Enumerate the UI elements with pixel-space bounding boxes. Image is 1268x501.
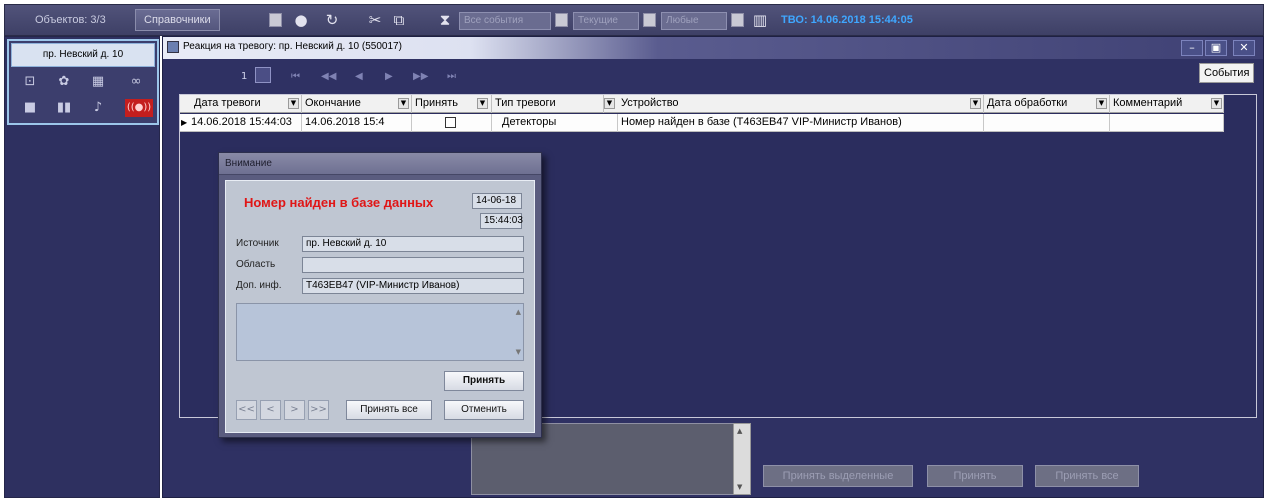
dialog-last-button[interactable]: >>	[308, 400, 329, 420]
chevron-down-icon[interactable]: ▼	[1096, 98, 1107, 109]
scroll-up-icon[interactable]: ▲	[737, 427, 742, 435]
page-number: 1	[241, 71, 248, 82]
dialog-time: 15:44:03	[480, 213, 523, 229]
col-processed-date[interactable]: Дата обработки	[984, 95, 1110, 113]
dialog-body: Номер найден в базе данных 14-06-18 15:4…	[225, 180, 535, 433]
object-card[interactable]: пр. Невский д. 10 ⊡ ✿ ▦ ∞ ■ ▮▮ ♪ ((●))	[7, 39, 159, 125]
comment-scrollbar[interactable]: ▲ ▼	[733, 423, 751, 495]
tape-icon[interactable]: ∞	[127, 73, 145, 91]
cell-comment[interactable]	[1110, 114, 1224, 132]
server-icon[interactable]: ▦	[89, 73, 107, 91]
comment-memo[interactable]: ▲ ▼	[236, 303, 524, 361]
area-label: Область	[236, 259, 276, 270]
col-comment[interactable]: Комментарий	[1110, 95, 1224, 113]
copy-icon[interactable]: ⧉	[390, 11, 408, 29]
row-selector-icon: ▶	[181, 118, 188, 127]
next-page-fast-icon[interactable]: ▶▶	[413, 71, 428, 82]
memo-scroll-up-icon[interactable]: ▲	[516, 308, 521, 316]
chevron-down-icon[interactable]: ▼	[288, 98, 299, 109]
menu-icon[interactable]	[269, 13, 282, 27]
col-end[interactable]: Окончание	[302, 95, 412, 113]
close-button[interactable]: ✕	[1233, 40, 1255, 56]
window-title: Реакция на тревогу: пр. Невский д. 10 (5…	[183, 41, 402, 52]
info-icon[interactable]: ●	[292, 11, 310, 29]
chevron-down-icon[interactable]: ▼	[970, 98, 981, 109]
filter-icon[interactable]: ⧗	[436, 11, 454, 29]
gear-icon[interactable]: ✿	[55, 73, 73, 91]
events-button[interactable]: События	[1199, 63, 1255, 83]
dialog-heading: Номер найден в базе данных	[244, 195, 434, 210]
scissors-icon[interactable]: ✂	[366, 11, 384, 29]
col-device[interactable]: Устройство	[618, 95, 984, 113]
prev-page-fast-icon[interactable]: ◀◀	[321, 71, 336, 82]
dialog-prev-button[interactable]: <	[260, 400, 281, 420]
dialog-title[interactable]: Внимание	[219, 153, 541, 175]
next-page-icon[interactable]: ▶	[385, 71, 393, 82]
table-header: Дата тревоги ▼ Окончание ▼ Принять ▼ Тип…	[180, 95, 1224, 113]
cell-alarm-date[interactable]: 14.06.2018 15:44:03	[188, 114, 302, 132]
prev-page-icon[interactable]: ◀	[355, 71, 363, 82]
object-tab[interactable]: пр. Невский д. 10	[11, 43, 155, 67]
cell-device[interactable]: Номер найден в базе (Т463ЕВ47 VIP-Минист…	[618, 114, 984, 132]
area-field	[302, 257, 524, 273]
dialog-next-button[interactable]: >	[284, 400, 305, 420]
dialog-accept-button[interactable]: Принять	[444, 371, 524, 391]
reference-button[interactable]: Справочники	[135, 9, 220, 31]
col-alarm-type[interactable]: Тип тревоги	[492, 95, 604, 113]
accept-checkbox[interactable]	[445, 117, 456, 128]
objects-counter: Объектов: 3/3	[35, 14, 106, 26]
book-icon[interactable]: ▥	[751, 11, 769, 29]
chevron-down-icon[interactable]: ▼	[398, 98, 409, 109]
scroll-down-icon[interactable]: ▼	[737, 483, 742, 491]
last-page-icon[interactable]: ⏭	[447, 71, 456, 82]
chevron-down-icon[interactable]: ▼	[1211, 98, 1222, 109]
dialog-accept-all-button[interactable]: Принять все	[346, 400, 432, 420]
dialog-date: 14-06-18	[472, 193, 522, 209]
monitor-icon[interactable]: ⊡	[21, 73, 39, 91]
window-icon	[167, 41, 179, 53]
filter-current[interactable]: Текущие	[573, 12, 639, 30]
filter-any-checkbox[interactable]	[731, 13, 744, 27]
accept-selected-button[interactable]: Принять выделенные	[763, 465, 913, 487]
dialog-first-button[interactable]: <<	[236, 400, 257, 420]
col-alarm-date[interactable]: Дата тревоги	[180, 95, 302, 113]
filter-current-checkbox[interactable]	[643, 13, 656, 27]
tvo-status: ТВО: 14.06.2018 15:44:05	[781, 14, 913, 26]
alarm-signal-icon[interactable]: ((●))	[125, 99, 153, 117]
alarm-bell-icon[interactable]: ♪	[89, 99, 107, 117]
camera-icon[interactable]: ■	[21, 99, 39, 117]
cell-processed-date[interactable]	[984, 114, 1110, 132]
filter-any[interactable]: Любые	[661, 12, 727, 30]
top-toolbar: Объектов: 3/3 Справочники ● ↻ ✂ ⧉ ⧗ Все …	[4, 4, 1264, 36]
first-page-icon[interactable]: ⏮	[291, 71, 300, 82]
refresh-icon[interactable]: ↻	[323, 11, 341, 29]
objects-panel: пр. Невский д. 10 ⊡ ✿ ▦ ∞ ■ ▮▮ ♪ ((●))	[4, 36, 160, 498]
filter-all-checkbox[interactable]	[555, 13, 568, 27]
accept-all-button[interactable]: Принять все	[1035, 465, 1139, 487]
restore-button[interactable]: ▣	[1205, 40, 1227, 56]
minimize-button[interactable]: –	[1181, 40, 1203, 56]
info-field: Т463ЕВ47 (VIP-Министр Иванов)	[302, 278, 524, 294]
grid-icon[interactable]	[255, 67, 271, 83]
window-titlebar[interactable]: Реакция на тревогу: пр. Невский д. 10 (5…	[163, 37, 1263, 59]
source-field: пр. Невский д. 10	[302, 236, 524, 252]
chevron-down-icon[interactable]: ▼	[604, 98, 615, 109]
filter-all-events[interactable]: Все события	[459, 12, 551, 30]
memo-scroll-down-icon[interactable]: ▼	[516, 348, 521, 356]
cell-end[interactable]: 14.06.2018 15:4	[302, 114, 412, 132]
info-label: Доп. инф.	[236, 280, 282, 291]
source-label: Источник	[236, 238, 279, 249]
pause-icon[interactable]: ▮▮	[55, 99, 73, 117]
cell-alarm-type[interactable]: Детекторы	[492, 114, 618, 132]
chevron-down-icon[interactable]: ▼	[477, 98, 488, 109]
accept-button[interactable]: Принять	[927, 465, 1023, 487]
table-row[interactable]: ▶ 14.06.2018 15:44:03 14.06.2018 15:4 Де…	[180, 114, 1224, 132]
alert-dialog: Внимание Номер найден в базе данных 14-0…	[218, 152, 542, 438]
dialog-cancel-button[interactable]: Отменить	[444, 400, 524, 420]
